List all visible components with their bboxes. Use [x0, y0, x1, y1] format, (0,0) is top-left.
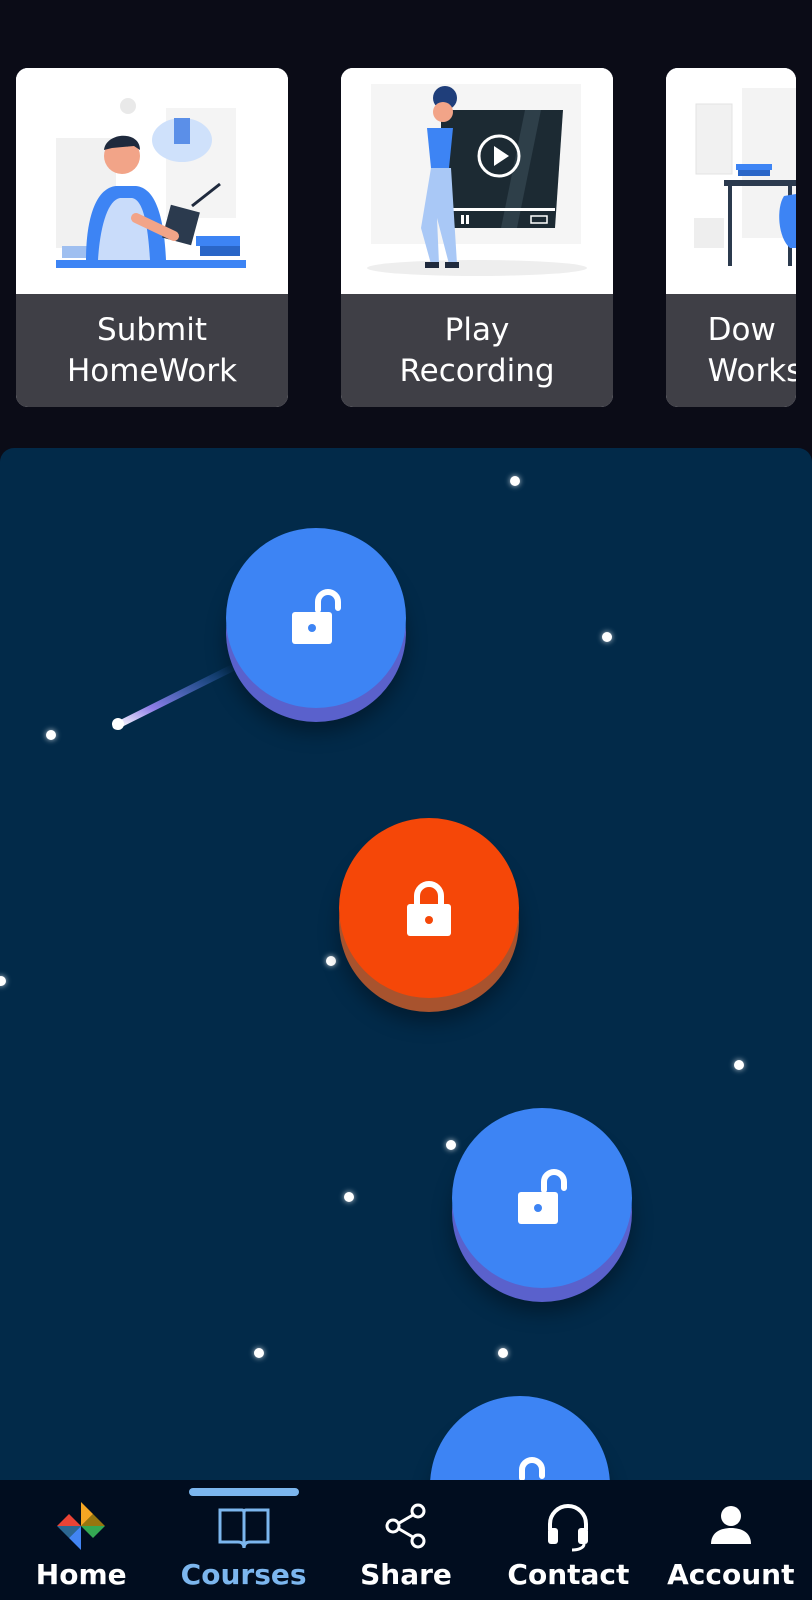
- unlocked-padlock-icon: [292, 589, 341, 644]
- star: [254, 1348, 264, 1358]
- pinwheel-icon: [53, 1498, 109, 1554]
- homework-illustration: [16, 68, 288, 294]
- bottom-navigation: Home Courses Share Contact Account: [0, 1480, 812, 1600]
- star: [734, 1060, 744, 1070]
- level-node-1[interactable]: [226, 528, 406, 722]
- level-node-3[interactable]: [452, 1108, 632, 1302]
- action-cards-strip: Submit HomeWork Play Recording Dow Works: [0, 0, 812, 448]
- star: [326, 956, 336, 966]
- open-book-icon: [216, 1498, 272, 1554]
- star: [0, 976, 6, 986]
- nav-item-share[interactable]: Share: [325, 1480, 487, 1600]
- share-icon: [378, 1498, 434, 1554]
- card-label: Submit HomeWork: [66, 311, 238, 389]
- card-label-box: Submit HomeWork: [16, 294, 288, 407]
- locked-padlock-icon: [407, 881, 451, 936]
- node-face: [339, 818, 519, 998]
- active-tab-indicator: [188, 1488, 299, 1496]
- nav-label: Home: [35, 1558, 127, 1591]
- unlocked-padlock-icon: [519, 1457, 545, 1480]
- headset-icon: [540, 1498, 596, 1554]
- card-play-recording[interactable]: Play Recording: [341, 68, 613, 407]
- shooting-star: [112, 662, 238, 730]
- nav-label: Courses: [180, 1558, 307, 1591]
- nav-label: Share: [360, 1558, 452, 1591]
- video-player-illustration: [341, 68, 613, 294]
- card-download-worksheet[interactable]: Dow Works: [666, 68, 796, 407]
- nav-item-account[interactable]: Account: [650, 1480, 812, 1600]
- desk-illustration: [666, 68, 796, 294]
- nav-item-home[interactable]: Home: [0, 1480, 162, 1600]
- course-level-map: [0, 448, 812, 1480]
- node-face: [452, 1108, 632, 1288]
- nav-label: Contact: [507, 1558, 630, 1591]
- node-face: [226, 528, 406, 708]
- star: [344, 1192, 354, 1202]
- card-label-box: Dow Works: [666, 294, 796, 407]
- unlocked-padlock-icon: [518, 1169, 567, 1224]
- person-icon: [703, 1498, 759, 1554]
- level-node-2[interactable]: [339, 818, 519, 1012]
- nav-item-courses[interactable]: Courses: [162, 1480, 324, 1600]
- star: [510, 476, 520, 486]
- nav-label: Account: [667, 1558, 795, 1591]
- card-label-box: Play Recording: [341, 294, 613, 407]
- level-node-4[interactable]: [430, 1396, 610, 1480]
- node-face: [430, 1396, 610, 1480]
- star: [498, 1348, 508, 1358]
- star: [46, 730, 56, 740]
- card-submit-homework[interactable]: Submit HomeWork: [16, 68, 288, 407]
- star: [602, 632, 612, 642]
- nav-item-contact[interactable]: Contact: [487, 1480, 649, 1600]
- card-label: Play Recording: [399, 311, 555, 389]
- card-label: Dow Works: [707, 311, 796, 389]
